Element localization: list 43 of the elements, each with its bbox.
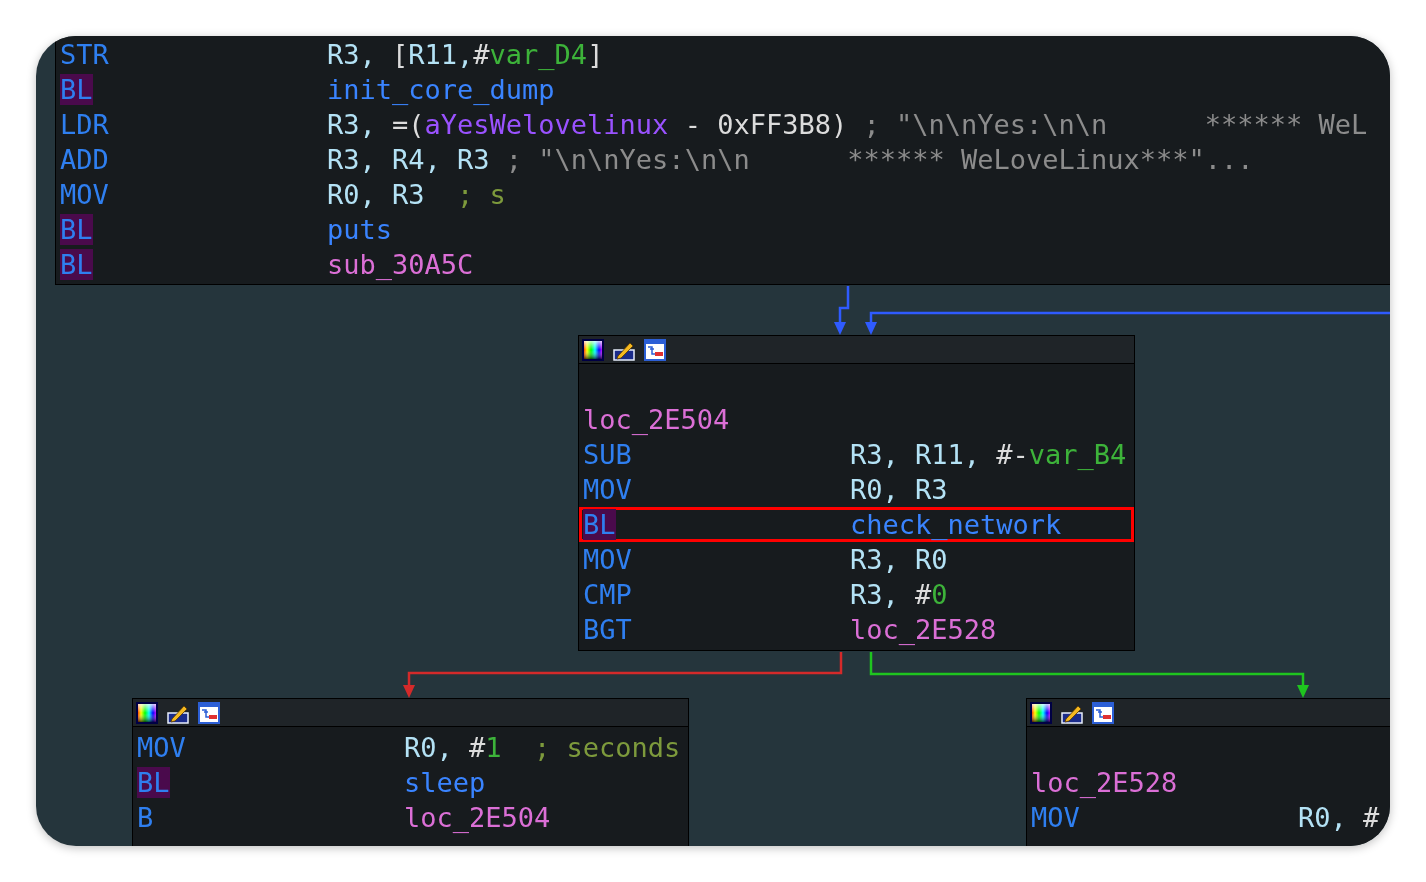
operands: R3, R0: [850, 544, 948, 575]
operands: R0, R3: [850, 474, 948, 505]
mnemonic: ADD: [60, 144, 109, 175]
mnemonic: BL: [60, 74, 93, 105]
color-palette-icon[interactable]: [1030, 701, 1052, 724]
mnemonic: SUB: [583, 439, 632, 470]
mnemonic: MOV: [137, 732, 186, 763]
graph-icon[interactable]: [644, 338, 666, 361]
operands: R0, #1 ; seconds: [404, 732, 681, 763]
operands: check_network: [850, 509, 1062, 540]
graph-icon[interactable]: [1092, 701, 1114, 724]
operands: R3, R4, R3 ; "\n\nYes:\n\n ****** WeLoveLinux***"...: [327, 144, 1254, 175]
operands: R3, #0: [850, 579, 948, 610]
mnemonic: BL: [60, 214, 93, 245]
code-label: loc_2E504: [583, 404, 730, 435]
color-palette-icon[interactable]: [582, 338, 604, 361]
mnemonic: STR: [60, 39, 109, 70]
mnemonic: MOV: [583, 474, 632, 505]
mnemonic: MOV: [1031, 802, 1080, 833]
graph-icon[interactable]: [198, 701, 220, 724]
operands: loc_2E504: [404, 802, 551, 833]
mnemonic: MOV: [60, 179, 109, 210]
operands: R3, [R11,#var_D4]: [327, 39, 604, 70]
color-palette-icon[interactable]: [136, 701, 158, 724]
mnemonic: BGT: [583, 614, 632, 645]
operands: R3, R11, #-var_B4: [850, 439, 1127, 470]
operands: R0, R3 ; s: [327, 179, 506, 210]
mnemonic: BL: [583, 509, 616, 540]
operands: sub_30A5C: [327, 249, 474, 280]
operands: init_core_dump: [327, 74, 555, 105]
operands: puts: [327, 214, 393, 245]
mnemonic: BL: [137, 767, 170, 798]
mnemonic: B: [137, 802, 154, 833]
operands: R0, #: [1298, 802, 1380, 833]
selected-code-line[interactable]: BL check_network: [579, 507, 1134, 542]
mnemonic: BL: [60, 249, 93, 280]
operands: R3, =(aYesWelovelinux - 0xFF3B8) ; "\n\nYes:\n\n ****** WeL: [327, 109, 1368, 140]
operands: sleep: [404, 767, 486, 798]
mnemonic: MOV: [583, 544, 632, 575]
code-label: loc_2E528: [1031, 767, 1178, 798]
mnemonic: LDR: [60, 109, 109, 140]
operands: loc_2E528: [850, 614, 997, 645]
mnemonic: CMP: [583, 579, 632, 610]
